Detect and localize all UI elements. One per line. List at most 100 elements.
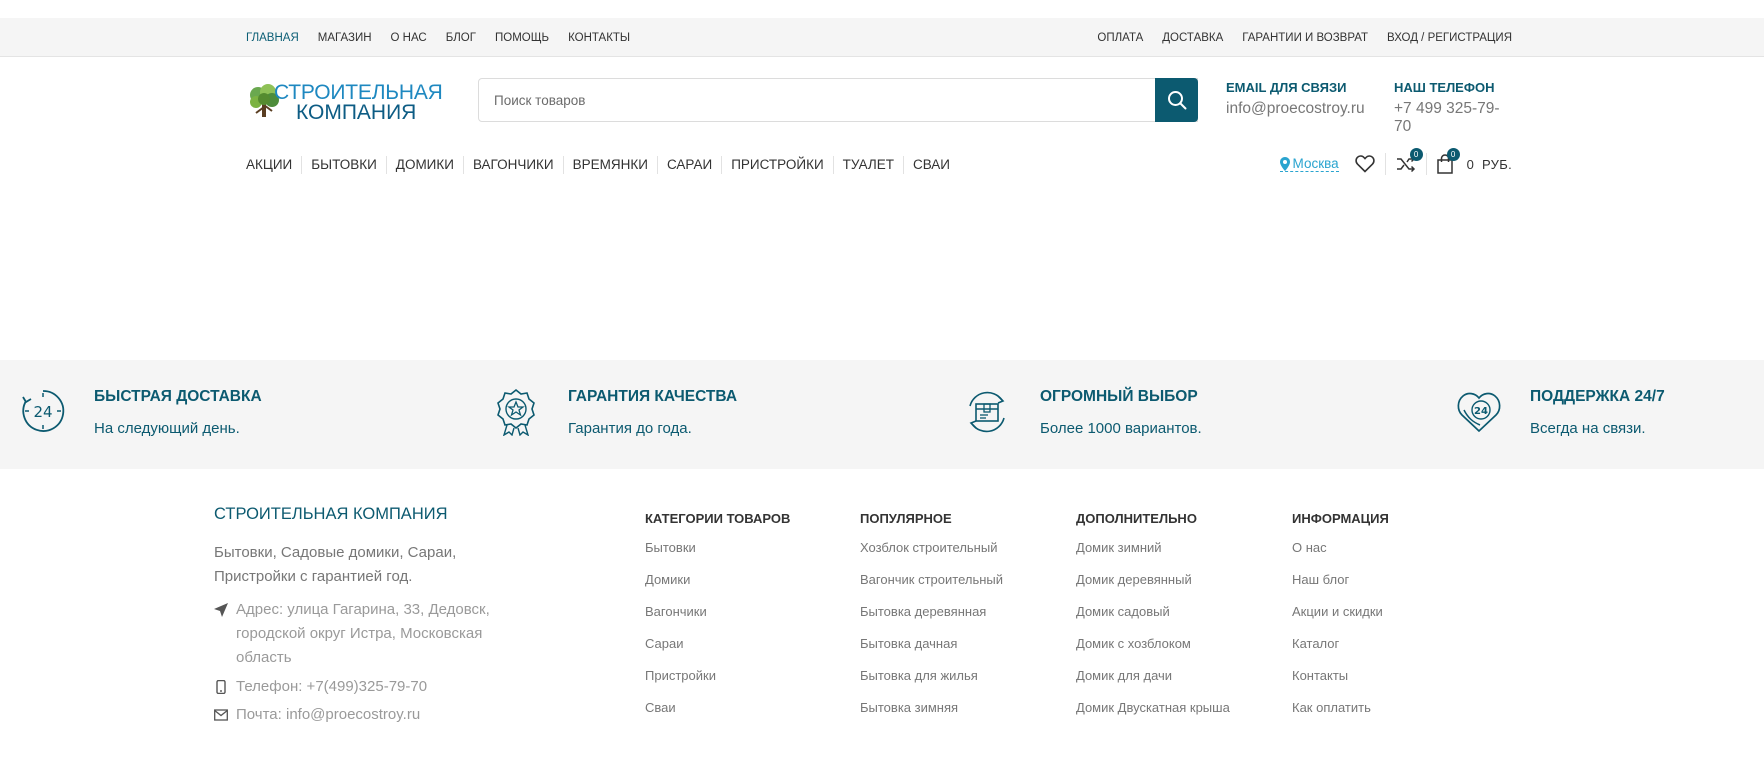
footer-phone-text[interactable]: Телефон: +7(499)325-79-70 (236, 675, 427, 699)
nav-item-toilet[interactable]: ТУАЛЕТ (832, 156, 903, 174)
divider (1384, 153, 1386, 175)
footer-email-text[interactable]: Почта: info@proecostroy.ru (236, 703, 420, 727)
nav-item-sheds[interactable]: САРАИ (656, 156, 721, 174)
nav-item-cabins[interactable]: БЫТОВКИ (301, 156, 386, 174)
compare-button[interactable]: 0 (1396, 148, 1423, 176)
nav-item-extensions[interactable]: ПРИСТРОЙКИ (721, 156, 832, 174)
top-link-delivery[interactable]: ДОСТАВКА (1162, 32, 1223, 44)
search-button[interactable] (1155, 78, 1198, 122)
top-link-help[interactable]: ПОМОЩЬ (495, 32, 549, 44)
search-icon (1167, 91, 1186, 110)
top-link-contacts[interactable]: КОНТАКТЫ (568, 32, 630, 44)
footer-company-title: СТРОИТЕЛЬНАЯ КОМПАНИЯ (214, 505, 448, 523)
email-label: EMAIL ДЛЯ СВЯЗИ (1226, 80, 1347, 95)
top-link-warranty[interactable]: ГАРАНТИИ И ВОЗВРАТ (1242, 32, 1368, 44)
footer-link[interactable]: Домик зимний (1076, 540, 1230, 572)
footer-col-title: ДОПОЛНИТЕЛЬНО (1076, 511, 1197, 526)
footer-col-popular: ПОПУЛЯРНОЕ Хозблок строительный Вагончик… (860, 511, 1003, 732)
footer: СТРОИТЕЛЬНАЯ КОМПАНИЯ Бытовки, Садовые д… (0, 469, 1764, 766)
feature-support: 24 ПОДДЕРЖКА 24/7 Всегда на связи. (1456, 360, 1756, 469)
wishlist-button[interactable] (1354, 152, 1375, 176)
svg-text:24: 24 (33, 403, 52, 421)
top-link-home[interactable]: ГЛАВНАЯ (246, 32, 299, 44)
feature-quality: ГАРАНТИЯ КАЧЕСТВА Гарантия до года. (496, 360, 896, 469)
top-link-login[interactable]: ВХОД / РЕГИСТРАЦИЯ (1387, 32, 1512, 44)
footer-link[interactable]: Бытовка деревянная (860, 604, 1003, 636)
feature-title: БЫСТРАЯ ДОСТАВКА (94, 388, 262, 405)
phone-label: НАШ ТЕЛЕФОН (1394, 80, 1495, 95)
footer-link[interactable]: Домик для дачи (1076, 668, 1230, 700)
footer-link[interactable]: Домик с хозблоком (1076, 636, 1230, 668)
top-link-shop[interactable]: МАГАЗИН (318, 32, 372, 44)
footer-link[interactable]: Вагончики (645, 604, 790, 636)
mobile-phone-icon (216, 680, 226, 694)
footer-link[interactable]: Домики (645, 572, 790, 604)
logo-text-line2: КОМПАНИЯ (296, 101, 417, 124)
footer-link[interactable]: Бытовки (645, 540, 790, 572)
footer-link[interactable]: Как оплатить (1292, 700, 1389, 732)
nav-item-sales[interactable]: АКЦИИ (246, 156, 301, 174)
features-band: 24 БЫСТРАЯ ДОСТАВКА На следующий день. Г… (0, 360, 1764, 469)
top-menu-right: ОПЛАТА ДОСТАВКА ГАРАНТИИ И ВОЗВРАТ ВХОД … (1097, 32, 1512, 44)
email-contact: EMAIL ДЛЯ СВЯЗИ info@proecostroy.ru (1226, 80, 1365, 118)
feature-subtitle: Более 1000 вариантов. (1040, 420, 1202, 437)
email-value[interactable]: info@proecostroy.ru (1226, 100, 1365, 118)
feature-subtitle: На следующий день. (94, 420, 240, 437)
footer-link[interactable]: Наш блог (1292, 572, 1389, 604)
location-arrow-icon (214, 603, 228, 617)
feature-subtitle: Всегда на связи. (1530, 420, 1646, 437)
cart-count-badge: 0 (1446, 148, 1460, 161)
main-nav: АКЦИИ БЫТОВКИ ДОМИКИ ВАГОНЧИКИ ВРЕМЯНКИ … (246, 148, 1512, 175)
svg-text:24: 24 (1474, 406, 1488, 417)
site-logo[interactable]: СТРОИТЕЛЬНАЯ КОМПАНИЯ (246, 80, 451, 124)
footer-link[interactable]: Контакты (1292, 668, 1389, 700)
footer-link[interactable]: Пристройки (645, 668, 790, 700)
header-actions: Москва 0 0 0 РУБ. (1279, 148, 1512, 177)
footer-col-additional: ДОПОЛНИТЕЛЬНО Домик зимний Домик деревян… (1076, 511, 1230, 732)
footer-link[interactable]: Бытовка зимняя (860, 700, 1003, 732)
search-input[interactable] (479, 79, 1157, 121)
footer-company-desc: Бытовки, Садовые домики, Сараи, Пристрой… (214, 544, 457, 585)
footer-link[interactable]: Домик деревянный (1076, 572, 1230, 604)
phone-value[interactable]: +7 499 325-79-70 (1394, 100, 1512, 136)
footer-about: СТРОИТЕЛЬНАЯ КОМПАНИЯ Бытовки, Садовые д… (214, 505, 504, 727)
footer-link[interactable]: Вагончик строительный (860, 572, 1003, 604)
cart-currency: РУБ. (1482, 156, 1512, 172)
footer-email: Почта: info@proecostroy.ru (214, 703, 504, 727)
envelope-icon (214, 709, 228, 721)
footer-col-categories: КАТЕГОРИИ ТОВАРОВ Бытовки Домики Вагончи… (645, 511, 790, 732)
city-selector[interactable]: Москва (1279, 156, 1339, 172)
nav-item-houses[interactable]: ДОМИКИ (385, 156, 463, 174)
feature-big-choice: ОГРОМНЫЙ ВЫБОР Более 1000 вариантов. (962, 360, 1362, 469)
feature-fast-delivery: 24 БЫСТРАЯ ДОСТАВКА На следующий день. (20, 360, 420, 469)
footer-link[interactable]: Каталог (1292, 636, 1389, 668)
feature-subtitle: Гарантия до года. (568, 420, 692, 437)
feature-title: ГАРАНТИЯ КАЧЕСТВА (568, 388, 738, 405)
footer-link[interactable]: Сараи (645, 636, 790, 668)
footer-link[interactable]: Домик Двускатная крыша (1076, 700, 1230, 732)
footer-link[interactable]: Бытовка для жилья (860, 668, 1003, 700)
cart-button[interactable]: 0 (1436, 148, 1460, 176)
footer-link[interactable]: Бытовка дачная (860, 636, 1003, 668)
footer-col-info: ИНФОРМАЦИЯ О нас Наш блог Акции и скидки… (1292, 511, 1389, 732)
footer-link[interactable]: Акции и скидки (1292, 604, 1389, 636)
footer-link[interactable]: Сваи (645, 700, 790, 732)
top-link-blog[interactable]: БЛОГ (446, 32, 476, 44)
top-link-payment[interactable]: ОПЛАТА (1097, 32, 1143, 44)
nav-item-piles[interactable]: СВАИ (903, 156, 959, 174)
clock-24-icon: 24 (22, 390, 65, 432)
top-link-about[interactable]: О НАС (391, 32, 427, 44)
footer-link[interactable]: Хозблок строительный (860, 540, 1003, 572)
footer-link[interactable]: Домик садовый (1076, 604, 1230, 636)
category-menu: АКЦИИ БЫТОВКИ ДОМИКИ ВАГОНЧИКИ ВРЕМЯНКИ … (246, 156, 959, 174)
nav-item-wagons[interactable]: ВАГОНЧИКИ (462, 156, 563, 174)
footer-link[interactable]: О нас (1292, 540, 1389, 572)
heart-icon (1354, 155, 1375, 173)
footer-col-title: ПОПУЛЯРНОЕ (860, 511, 952, 526)
city-name: Москва (1292, 156, 1339, 171)
cart-total[interactable]: 0 РУБ. (1467, 157, 1512, 172)
box-cycle-icon (969, 391, 1005, 433)
footer-address: Адрес: улица Гагарина, 33, Дедовск, горо… (214, 598, 504, 670)
footer-phone: Телефон: +7(499)325-79-70 (214, 675, 504, 699)
nav-item-temporary[interactable]: ВРЕМЯНКИ (562, 156, 657, 174)
